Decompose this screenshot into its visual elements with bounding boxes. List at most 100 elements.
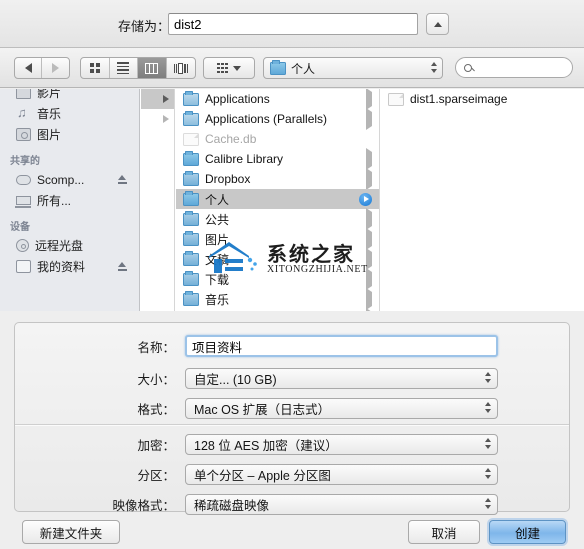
coverflow-view-icon — [173, 62, 188, 74]
file-name: 影片 — [205, 311, 229, 312]
eject-icon[interactable] — [118, 175, 127, 184]
sidebar-item-all[interactable]: 所有... — [0, 190, 139, 211]
size-label: 大小： — [137, 372, 175, 387]
disclosure-arrow-icon[interactable] — [366, 268, 372, 290]
cancel-button[interactable]: 取消 — [408, 520, 480, 544]
name-input[interactable] — [185, 335, 498, 357]
sidebar-item-movies[interactable]: 影片 — [0, 89, 139, 103]
movie-icon — [16, 89, 31, 99]
new-folder-button[interactable]: 新建文件夹 — [22, 520, 120, 544]
disclosure-arrow-icon[interactable] — [366, 248, 372, 270]
disclosure-arrow-icon — [163, 95, 169, 103]
coverflow-view-button[interactable] — [167, 58, 195, 78]
search-field[interactable] — [455, 57, 573, 78]
folder-icon — [270, 59, 286, 75]
disclosure-arrow-icon[interactable] — [359, 192, 372, 206]
file-row[interactable]: 影片 — [176, 308, 379, 312]
search-icon — [464, 63, 472, 72]
file-name: 音乐 — [205, 292, 230, 307]
sidebar-item-my-data[interactable]: 我的资料 — [0, 256, 139, 277]
file-row[interactable]: Cache.db — [176, 129, 379, 149]
sidebar-item-remote-disc[interactable]: 远程光盘 — [0, 235, 139, 256]
file-row[interactable]: dist1.sparseimage — [381, 89, 584, 109]
arrow-left-icon — [24, 63, 32, 73]
size-popup-button[interactable]: 自定... (10 GB) — [185, 367, 498, 389]
option-row-size: 大小： 自定... (10 GB) — [15, 365, 569, 391]
disclosure-arrow-icon[interactable] — [366, 208, 372, 230]
save-as-bar: 存储为： — [0, 0, 584, 48]
sidebar[interactable]: 影片 音乐 图片 共享的 Scomp... 所有... — [0, 89, 140, 311]
image-format-label: 映像格式： — [112, 498, 175, 513]
expand-dialog-button[interactable] — [426, 13, 449, 35]
format-label: 格式： — [137, 402, 175, 417]
save-as-input[interactable] — [168, 13, 418, 35]
file-row[interactable]: Applications (Parallels) — [176, 108, 379, 130]
sidebar-item-scomp[interactable]: Scomp... — [0, 169, 139, 190]
file-name: 图片 — [205, 232, 230, 247]
format-popup-button[interactable]: Mac OS 扩展（日志式） — [185, 397, 498, 419]
eject-icon[interactable] — [118, 262, 127, 271]
disk-icon — [16, 174, 31, 185]
disk-image-icon — [388, 92, 404, 106]
location-popup-button[interactable]: 个人 — [263, 57, 443, 79]
file-row[interactable]: Dropbox — [176, 168, 379, 190]
sidebar-item-pictures[interactable]: 图片 — [0, 124, 139, 145]
popup-arrows-icon — [485, 497, 491, 509]
option-row-name: 名称： — [15, 333, 569, 359]
optical-disc-icon — [16, 239, 29, 252]
dropbox-folder-icon — [183, 170, 199, 186]
encryption-popup-button[interactable]: 128 位 AES 加密（建议） — [185, 433, 498, 455]
navigation-buttons — [14, 57, 70, 79]
file-name: Cache.db — [205, 132, 257, 146]
sidebar-item-music[interactable]: 音乐 — [0, 103, 139, 124]
disclosure-arrow-icon[interactable] — [366, 108, 372, 130]
disclosure-arrow-icon[interactable] — [366, 89, 372, 110]
save-as-label: 存储为： — [117, 19, 170, 34]
disclosure-arrow-icon[interactable] — [366, 148, 372, 170]
browser-column-last[interactable]: dist1.sparseimage — [381, 89, 584, 311]
action-gear-icon — [217, 62, 228, 74]
create-button[interactable]: 创建 — [489, 520, 566, 544]
disclosure-arrow-icon — [163, 115, 169, 123]
file-name: dist1.sparseimage — [410, 92, 508, 106]
icon-view-button[interactable] — [81, 58, 110, 78]
file-row[interactable]: 文稿 — [176, 248, 379, 270]
list-view-icon — [117, 60, 130, 76]
name-label: 名称： — [137, 340, 175, 355]
file-row[interactable]: 音乐 — [176, 288, 379, 310]
disclosure-arrow-icon[interactable] — [366, 288, 372, 310]
file-row[interactable]: Applications — [176, 89, 379, 110]
app-folder-icon — [183, 110, 199, 126]
disclosure-arrow-icon[interactable] — [366, 228, 372, 250]
back-button[interactable] — [15, 58, 43, 78]
icon-view-icon — [89, 63, 100, 73]
file-row-selected[interactable]: 个人 — [176, 189, 379, 209]
disclosure-arrow-icon[interactable] — [366, 168, 372, 190]
column-view-icon — [145, 62, 159, 74]
column-view-button[interactable] — [138, 58, 167, 78]
image-format-popup-button[interactable]: 稀疏磁盘映像 — [185, 493, 498, 515]
file-row[interactable]: Calibre Library — [176, 148, 379, 170]
column-row[interactable] — [141, 109, 174, 129]
browser-column-previous[interactable] — [141, 89, 175, 311]
column-row[interactable] — [141, 89, 174, 109]
sidebar-item-label: 远程光盘 — [35, 239, 84, 253]
action-menu-button[interactable] — [203, 57, 255, 79]
file-name: 文稿 — [205, 252, 230, 267]
file-row[interactable]: 图片 — [176, 228, 379, 250]
search-input[interactable] — [476, 61, 566, 74]
file-row[interactable]: 公共 — [176, 208, 379, 230]
file-name: 下载 — [205, 272, 230, 287]
sidebar-item-label: Scomp... — [37, 172, 85, 187]
file-name: Applications — [205, 92, 270, 106]
browser-column-main[interactable]: Applications Applications (Parallels) Ca… — [176, 89, 380, 311]
sidebar-header-shared: 共享的 — [10, 156, 40, 167]
list-view-button[interactable] — [110, 58, 138, 78]
option-row-encryption: 加密： 128 位 AES 加密（建议） — [15, 431, 569, 457]
forward-button[interactable] — [42, 58, 69, 78]
popup-arrows-icon — [485, 467, 491, 479]
pictures-folder-icon — [183, 230, 199, 246]
file-row[interactable]: 下载 — [176, 268, 379, 290]
photos-icon — [16, 128, 31, 141]
partition-popup-button[interactable]: 单个分区 – Apple 分区图 — [185, 463, 498, 485]
